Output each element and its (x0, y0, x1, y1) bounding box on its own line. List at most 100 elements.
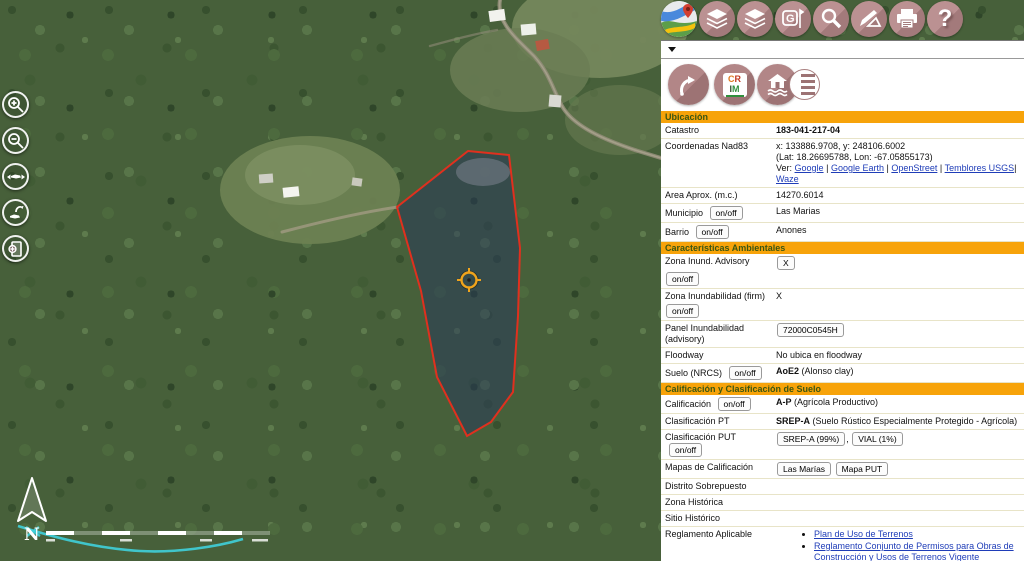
clasificacion-put-value: SREP-A (99%), VIAL (1%) (776, 432, 1020, 457)
municipio-label-cell: Municipio on/off (665, 206, 776, 220)
zoom-in-icon (6, 95, 25, 114)
zona-firm-onoff-button[interactable]: on/off (666, 304, 699, 318)
reglamento-label: Reglamento Aplicable (665, 529, 776, 561)
suelo-desc: (Alonso clay) (802, 366, 854, 376)
calificacion-onoff-button[interactable]: on/off (718, 397, 751, 411)
flood-levels-icon[interactable] (789, 69, 820, 100)
row-municipio: Municipio on/off Las Marias (661, 204, 1024, 223)
suelo-onoff-button[interactable]: on/off (729, 366, 762, 380)
municipio-onoff-button[interactable]: on/off (710, 206, 743, 220)
section-header-calificacion: Calificación y Clasificación de Suelo (661, 383, 1024, 395)
row-clasificacion-put: Clasificación PUT on/off SREP-A (99%), V… (661, 430, 1024, 460)
clasificacion-pt-desc: (Suelo Rústico Especialmente Protegido -… (813, 416, 1018, 426)
section-header-ubicacion: Ubicación (661, 111, 1024, 123)
barrio-onoff-button[interactable]: on/off (696, 225, 729, 239)
row-zona-firm: Zona Inundabilidad (firm) X on/off (661, 289, 1024, 321)
link-openstreet[interactable]: OpenStreet (891, 163, 937, 173)
zoom-out-icon (6, 131, 25, 150)
previous-extent-button[interactable] (2, 199, 29, 226)
pipe: | (887, 163, 889, 173)
clasificacion-put-onoff-button[interactable]: on/off (669, 443, 702, 457)
google-maps-button[interactable] (661, 1, 697, 37)
crim-logo-icon: CR IM (723, 73, 747, 97)
mapa-las-marias-button[interactable]: Las Marías (777, 462, 831, 476)
clasificacion-put-label-cell: Clasificación PUT on/off (665, 432, 776, 457)
coords-links: Ver: Google | Google Earth | OpenStreet … (776, 163, 1020, 185)
row-zona-advisory: Zona Inund. Advisory X on/off (661, 254, 1024, 289)
help-button[interactable]: ? (927, 1, 963, 37)
put-srep-button[interactable]: SREP-A (99%) (777, 432, 845, 446)
river (18, 526, 243, 551)
link-waze[interactable]: Waze (776, 174, 799, 184)
panel-dropdown[interactable] (661, 41, 1024, 59)
calificacion-label-cell: Calificación on/off (665, 397, 776, 411)
full-extent-button[interactable] (2, 163, 29, 190)
zona-advisory-onoff-button[interactable]: on/off (666, 272, 699, 286)
search-button[interactable] (813, 1, 849, 37)
municipio-value: Las Marias (776, 206, 1020, 220)
draw-measure-button[interactable] (851, 1, 887, 37)
sitio-historico-label: Sitio Histórico (665, 513, 776, 524)
barrio-label-cell: Barrio on/off (665, 225, 776, 239)
suelo-value: AoE2 (Alonso clay) (776, 366, 1020, 380)
zona-firm-label: Zona Inundabilidad (firm) (665, 291, 776, 302)
area-value: 14270.6014 (776, 190, 1020, 201)
print-button[interactable] (889, 1, 925, 37)
zoom-in-button[interactable] (2, 91, 29, 118)
locate-button[interactable] (2, 235, 29, 262)
row-floodway: Floodway No ubica en floodway (661, 348, 1024, 364)
row-zona-historica: Zona Histórica (661, 495, 1024, 511)
zona-historica-label: Zona Histórica (665, 497, 776, 508)
clasificacion-pt-value: SREP-A (Suelo Rústico Especialmente Prot… (776, 416, 1020, 427)
clasificacion-pt-code: SREP-A (776, 416, 810, 426)
full-extent-icon (6, 167, 26, 187)
panel-inundabilidad-button[interactable]: 72000C0545H (777, 323, 844, 337)
svg-text:G: G (786, 13, 795, 25)
clasificacion-put-label: Clasificación PUT (665, 432, 736, 442)
zona-advisory-x-button[interactable]: X (777, 256, 795, 270)
row-clasificacion-pt: Clasificación PT SREP-A (Suelo Rústico E… (661, 414, 1024, 430)
calificacion-label: Calificación (665, 399, 711, 409)
locate-icon (6, 239, 26, 259)
layers-button[interactable] (699, 1, 735, 37)
reglamento-link-plan[interactable]: Plan de Uso de Terrenos (814, 529, 913, 539)
north-label: N (24, 525, 40, 545)
calificacion-code: A-P (776, 397, 792, 407)
municipio-label: Municipio (665, 208, 703, 218)
parcel-polygon[interactable] (397, 151, 520, 436)
row-barrio: Barrio on/off Anones (661, 223, 1024, 242)
basemaps-button[interactable] (737, 1, 773, 37)
row-panel-inundabilidad: Panel Inundabilidad (advisory) 72000C054… (661, 321, 1024, 348)
floodway-value: No ubica en floodway (776, 350, 1020, 361)
distrito-label: Distrito Sobrepuesto (665, 481, 776, 492)
dropdown-arrow-icon (668, 47, 676, 52)
put-vial-button[interactable]: VIAL (1%) (852, 432, 902, 446)
mapa-put-button[interactable]: Mapa PUT (836, 462, 889, 476)
top-toolbar: G ? (661, 1, 963, 37)
gis-tools-button[interactable]: G (775, 1, 811, 37)
crim-button[interactable]: CR IM (714, 64, 755, 105)
share-link-button[interactable] (668, 64, 709, 105)
coordenadas-value: x: 133886.9708, y: 248106.6002 (Lat: 18.… (776, 141, 1020, 185)
barrio-label: Barrio (665, 227, 689, 237)
help-icon: ? (938, 1, 953, 37)
catastro-label: Catastro (665, 125, 776, 136)
gis-tools-icon: G (780, 6, 806, 32)
google-maps-icon (661, 1, 697, 37)
reglamento-link-conjunto[interactable]: Reglamento Conjunto de Permisos para Obr… (814, 541, 1014, 561)
app-window: N (0, 0, 1024, 561)
ver-label: Ver: (776, 163, 792, 173)
search-icon (818, 6, 844, 32)
row-reglamento: Reglamento Aplicable Plan de Uso de Terr… (661, 527, 1024, 561)
mapas-label: Mapas de Calificación (665, 462, 776, 476)
draw-measure-icon (856, 6, 882, 32)
link-google[interactable]: Google (795, 163, 824, 173)
link-temblores-usgs[interactable]: Temblores USGS (945, 163, 1015, 173)
pipe: | (1014, 163, 1016, 173)
link-google-earth[interactable]: Google Earth (831, 163, 884, 173)
suelo-label: Suelo (NRCS) (665, 368, 722, 378)
previous-extent-icon (6, 203, 26, 223)
mapas-value: Las Marías Mapa PUT (776, 462, 1020, 476)
zoom-out-button[interactable] (2, 127, 29, 154)
row-calificacion: Calificación on/off A-P (Agrícola Produc… (661, 395, 1024, 414)
